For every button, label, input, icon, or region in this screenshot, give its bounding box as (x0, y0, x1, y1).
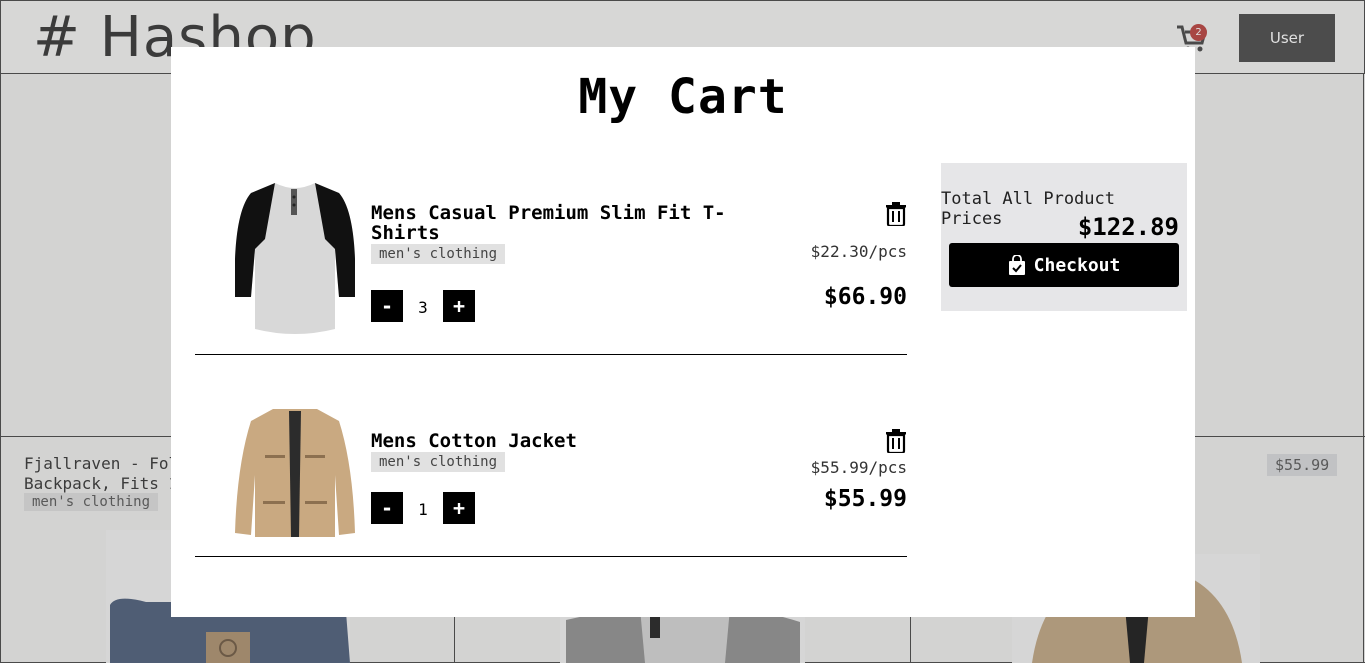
item-category: men's clothing (371, 244, 506, 264)
item-quantity: 3 (418, 298, 428, 317)
decrease-quantity-button[interactable]: - (371, 492, 403, 524)
item-name: Mens Cotton Jacket (371, 430, 577, 452)
checkout-label: Checkout (1033, 254, 1121, 276)
item-line-total: $66.90 (823, 284, 907, 310)
shopping-bag-icon (1008, 255, 1025, 275)
item-category: men's clothing (371, 452, 506, 472)
product-image-jacket (235, 409, 355, 537)
cart-item: Mens Casual Premium Slim Fit T-Shirts me… (195, 163, 907, 355)
summary-total: $122.89 (1077, 213, 1179, 241)
product-image-tshirt (235, 183, 355, 334)
trash-icon[interactable] (885, 202, 907, 226)
cart-summary-panel: Total All Product Prices $122.89 Checkou… (941, 163, 1187, 311)
increase-quantity-button[interactable]: + (443, 290, 475, 322)
trash-icon[interactable] (885, 429, 907, 453)
increase-quantity-button[interactable]: + (443, 492, 475, 524)
decrease-quantity-button[interactable]: - (371, 290, 403, 322)
cart-modal: My Cart Mens Casual Premium Slim Fit T-S… (171, 47, 1195, 617)
item-quantity: 1 (418, 500, 428, 519)
item-unit-price: $55.99/pcs (810, 458, 907, 477)
item-line-total: $55.99 (823, 486, 907, 512)
item-name: Mens Casual Premium Slim Fit T-Shirts (371, 202, 726, 244)
item-unit-price: $22.30/pcs (810, 242, 907, 261)
modal-title: My Cart (578, 69, 788, 125)
cart-item: Mens Cotton Jacket men's clothing - 1 + … (195, 387, 907, 557)
checkout-button[interactable]: Checkout (949, 243, 1179, 287)
